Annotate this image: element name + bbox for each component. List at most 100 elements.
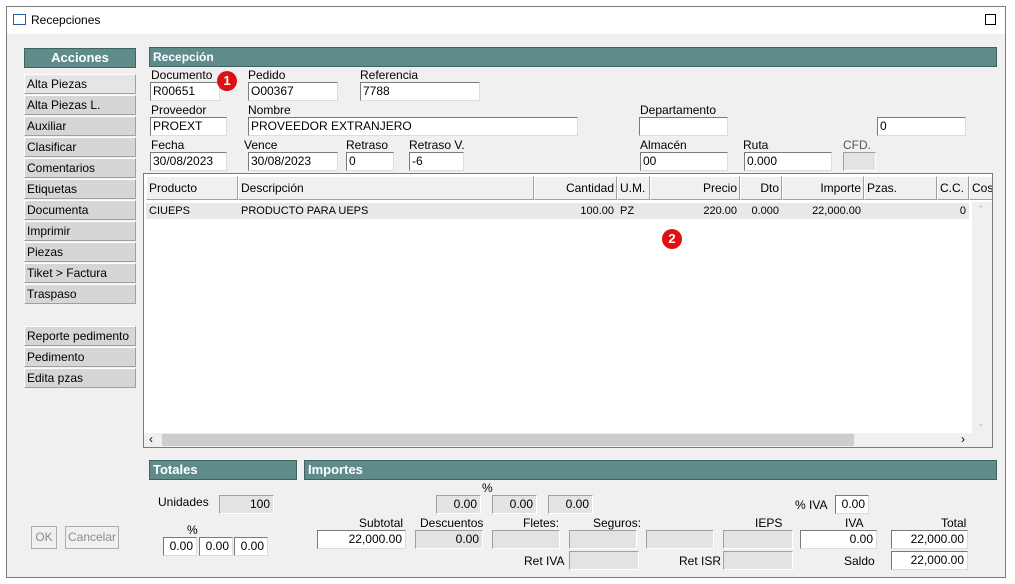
totales-pct-label: % <box>187 523 198 537</box>
proveedor-label: Proveedor <box>151 103 207 117</box>
scroll-down-icon[interactable]: ⌄ <box>977 418 985 429</box>
importes-pct-label: % <box>482 481 493 495</box>
fletes-label: Fletes: <box>523 516 560 530</box>
products-grid[interactable]: Producto Descripción Cantidad U.M. Preci… <box>143 173 993 448</box>
importes-header: Importes <box>304 460 997 480</box>
maximize-button[interactable] <box>985 14 996 25</box>
col-cos[interactable]: Cos <box>969 176 992 200</box>
window-icon <box>13 14 26 25</box>
sidebar-item-auxiliar[interactable]: Auxiliar <box>24 116 136 136</box>
cell-descripcion: PRODUCTO PARA UEPS <box>238 203 534 219</box>
sidebar-item-pedimento[interactable]: Pedimento <box>24 347 136 367</box>
sidebar-item-alta-piezas-l[interactable]: Alta Piezas L. <box>24 95 136 115</box>
col-precio[interactable]: Precio <box>650 176 740 200</box>
col-cantidad[interactable]: Cantidad <box>534 176 617 200</box>
sidebar-item-piezas[interactable]: Piezas <box>24 242 136 262</box>
ret-isr-label: Ret ISR <box>679 554 722 568</box>
unidades-field: 100 <box>219 495 274 514</box>
ruta-field[interactable]: 0.000 <box>744 152 832 171</box>
other-charges-field <box>646 530 714 549</box>
totales-pct-1[interactable]: 0.00 <box>163 537 197 556</box>
retraso-label: Retraso <box>346 138 389 152</box>
scroll-up-icon[interactable]: ⌃ <box>977 204 985 215</box>
totales-header: Totales <box>149 460 297 480</box>
nombre-field[interactable]: PROVEEDOR EXTRANJERO <box>248 117 578 136</box>
sidebar-item-alta-piezas[interactable]: Alta Piezas <box>24 74 136 94</box>
referencia-field[interactable]: 7788 <box>360 82 480 101</box>
importes-pct-2: 0.00 <box>492 495 537 514</box>
departamento-field[interactable] <box>639 117 728 136</box>
sidebar-item-tiket-factura[interactable]: Tiket > Factura <box>24 263 136 283</box>
total-field[interactable]: 22,000.00 <box>891 530 968 549</box>
fletes-field <box>492 530 560 549</box>
referencia-label: Referencia <box>360 68 419 82</box>
scroll-right-icon[interactable]: › <box>961 432 965 446</box>
iva-field[interactable]: 0.00 <box>800 530 877 549</box>
sidebar-item-traspaso[interactable]: Traspaso <box>24 284 136 304</box>
documento-label: Documento <box>151 68 213 82</box>
pct-iva-label: % IVA <box>795 498 828 512</box>
cell-pzas <box>864 203 937 219</box>
totales-pct-2[interactable]: 0.00 <box>199 537 233 556</box>
subtotal-field[interactable]: 22,000.00 <box>317 530 406 549</box>
vence-field[interactable]: 30/08/2023 <box>248 152 338 171</box>
col-um[interactable]: U.M. <box>617 176 650 200</box>
scroll-thumb[interactable] <box>162 434 854 446</box>
cell-dto: 0.000 <box>740 203 782 219</box>
horizontal-scrollbar[interactable]: ‹ › <box>144 432 992 447</box>
documento-field[interactable]: R00651 <box>150 82 220 101</box>
retraso-v-field[interactable]: -6 <box>409 152 464 171</box>
nombre-label: Nombre <box>248 103 291 117</box>
scroll-left-icon[interactable]: ‹ <box>149 432 153 446</box>
col-descripcion[interactable]: Descripción <box>238 176 534 200</box>
total-label: Total <box>941 516 967 530</box>
saldo-field[interactable]: 22,000.00 <box>891 551 968 570</box>
departamento-label: Departamento <box>640 103 717 117</box>
sidebar-item-reporte-pedimento[interactable]: Reporte pedimento <box>24 326 136 346</box>
sidebar-item-etiquetas[interactable]: Etiquetas <box>24 179 136 199</box>
vence-label: Vence <box>244 138 278 152</box>
seguros-field <box>569 530 637 549</box>
almacen-field[interactable]: 00 <box>640 152 728 171</box>
extra-field[interactable]: 0 <box>877 117 966 136</box>
seguros-label: Seguros: <box>593 516 642 530</box>
title-bar: Recepciones <box>7 7 1005 34</box>
col-cc[interactable]: C.C. <box>937 176 969 200</box>
sidebar-item-clasificar[interactable]: Clasificar <box>24 137 136 157</box>
pct-iva-field[interactable]: 0.00 <box>835 495 869 514</box>
retraso-v-label: Retraso V. <box>409 138 465 152</box>
cfd-label: CFD. <box>843 138 871 152</box>
cell-importe: 22,000.00 <box>782 203 864 219</box>
almacen-label: Almacén <box>640 138 687 152</box>
subtotal-label: Subtotal <box>359 516 404 530</box>
col-pzas[interactable]: Pzas. <box>864 176 937 200</box>
cell-precio: 220.00 <box>650 203 740 219</box>
annotation-badge-2: 2 <box>662 229 682 249</box>
ruta-label: Ruta <box>743 138 769 152</box>
ok-button[interactable]: OK <box>31 526 57 549</box>
descuentos-field: 0.00 <box>415 530 483 549</box>
sidebar-item-edita-pzas[interactable]: Edita pzas <box>24 368 136 388</box>
sidebar-item-imprimir[interactable]: Imprimir <box>24 221 136 241</box>
cancel-button[interactable]: Cancelar <box>65 526 119 549</box>
importes-pct-3: 0.00 <box>548 495 593 514</box>
acciones-header: Acciones <box>24 48 136 68</box>
fecha-field[interactable]: 30/08/2023 <box>150 152 227 171</box>
pedido-label: Pedido <box>248 68 286 82</box>
col-importe[interactable]: Importe <box>782 176 864 200</box>
retraso-field[interactable]: 0 <box>346 152 394 171</box>
ret-isr-field <box>723 551 793 570</box>
descuentos-label: Descuentos <box>420 516 484 530</box>
sidebar-item-documenta[interactable]: Documenta <box>24 200 136 220</box>
cell-um: PZ <box>617 203 650 219</box>
totales-pct-3[interactable]: 0.00 <box>234 537 268 556</box>
ret-iva-field <box>569 551 639 570</box>
recepcion-header: Recepción <box>149 47 997 67</box>
window-title: Recepciones <box>31 13 101 27</box>
col-producto[interactable]: Producto <box>146 176 238 200</box>
proveedor-field[interactable]: PROEXT <box>150 117 227 136</box>
sidebar-item-comentarios[interactable]: Comentarios <box>24 158 136 178</box>
col-dto[interactable]: Dto <box>740 176 782 200</box>
pedido-field[interactable]: O00367 <box>248 82 338 101</box>
vertical-scrollbar[interactable]: ⌃ ⌄ <box>972 202 992 435</box>
